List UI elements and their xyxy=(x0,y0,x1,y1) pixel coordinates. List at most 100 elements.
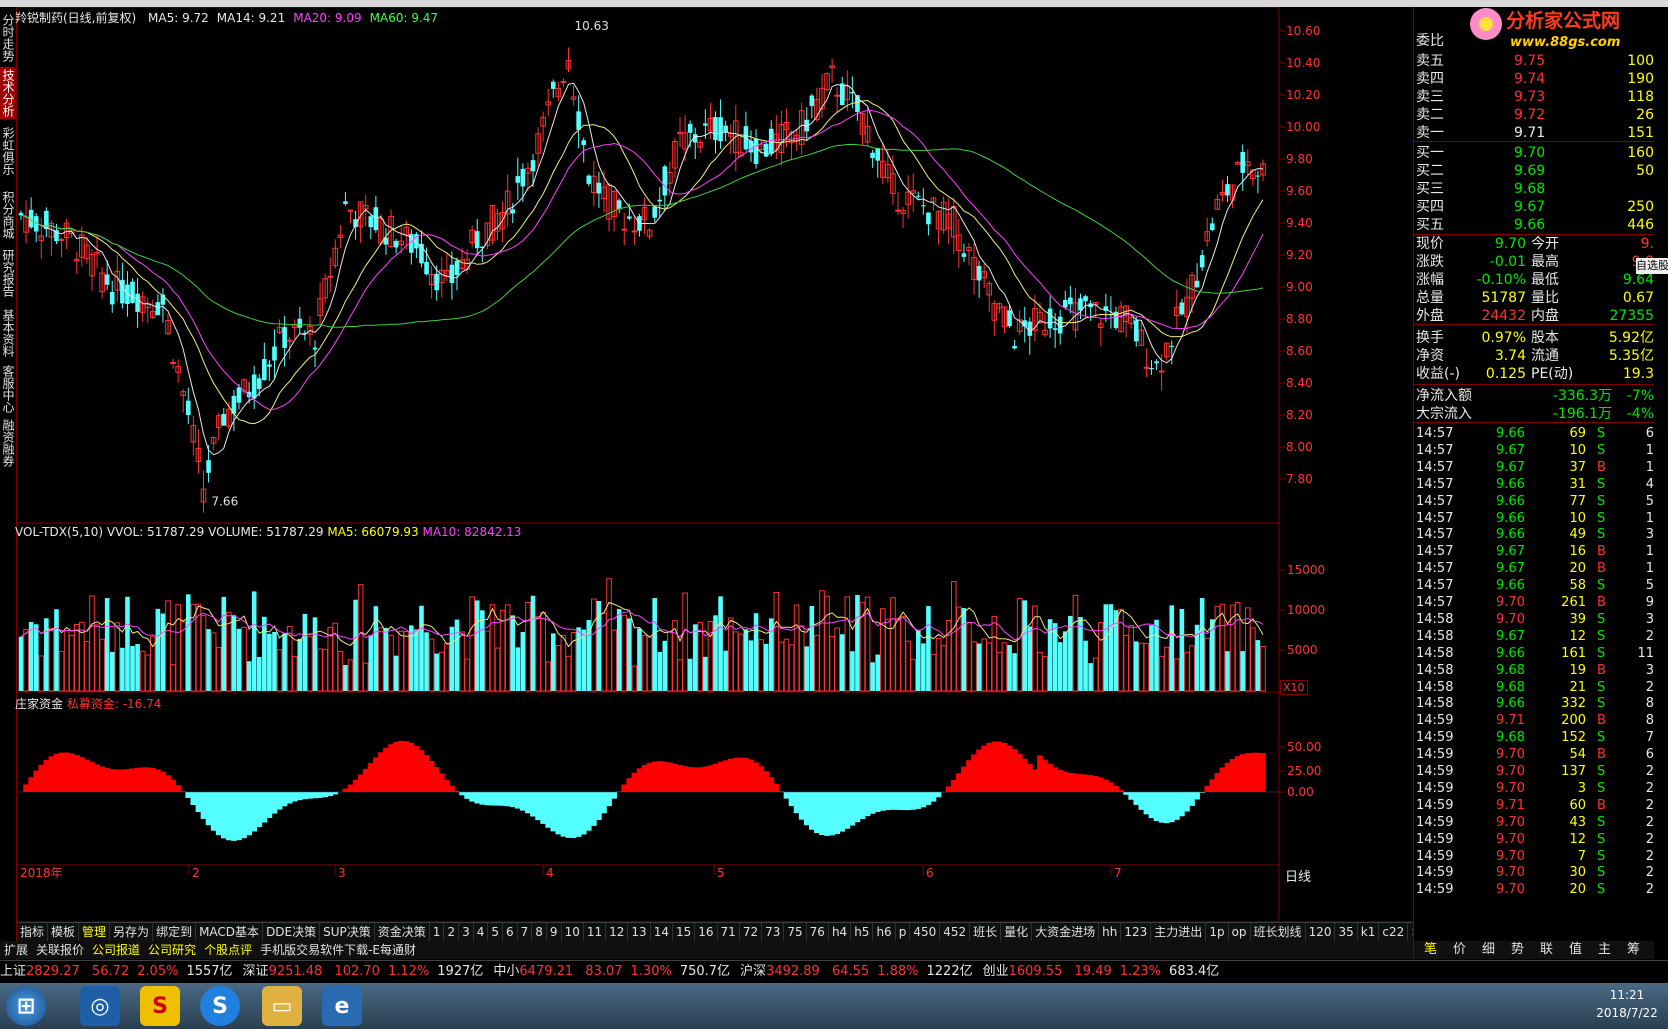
indicator-tab[interactable]: 班长 xyxy=(970,923,1002,941)
indicator-tab[interactable]: h5 xyxy=(851,923,874,941)
indicator-tab[interactable]: MACD基本 xyxy=(196,923,264,941)
indicator-tab[interactable]: h4 xyxy=(829,923,852,941)
indicator-tab[interactable]: 另存为 xyxy=(110,923,154,941)
indicator-tab[interactable]: 6 xyxy=(503,923,518,941)
indicator-tab[interactable]: hh xyxy=(1099,923,1122,941)
index-quote[interactable]: 创业1609.55 19.49 1.23% 683.4亿 xyxy=(983,961,1220,983)
candle-body xyxy=(657,199,663,202)
indicator-tab[interactable]: 1p xyxy=(1206,923,1229,941)
candle-body xyxy=(1083,296,1088,302)
quote-tab[interactable]: 势 xyxy=(1511,941,1524,959)
indicator-tab[interactable]: 13 xyxy=(628,923,651,941)
app-icon-browser[interactable]: ◎ xyxy=(80,986,120,1026)
indicator-tab[interactable]: 主力进出 xyxy=(1151,923,1207,941)
period-label[interactable]: 日线 xyxy=(1285,866,1311,885)
indicator-tab[interactable]: 班长划线 xyxy=(1251,923,1306,941)
left-tab[interactable]: 融资融券 xyxy=(0,417,15,469)
candle-body xyxy=(839,83,845,106)
app-icon-sogou[interactable]: S xyxy=(200,986,240,1026)
info-tab[interactable]: 关联报价 xyxy=(32,941,88,959)
indicator-tab[interactable]: 73 xyxy=(762,923,785,941)
indicator-tab[interactable]: 75 xyxy=(784,923,807,941)
quote-tab[interactable]: 值 xyxy=(1569,941,1582,959)
volume-bar xyxy=(474,600,480,691)
info-tab[interactable]: 公司研究 xyxy=(144,941,200,959)
indicator-tab[interactable]: 35 xyxy=(1335,923,1358,941)
indicator-tab[interactable]: 1 xyxy=(430,923,445,941)
index-quote[interactable]: 深证9251.48 102.70 1.12% 1927亿 xyxy=(243,961,484,983)
indicator-tab[interactable]: 123 xyxy=(1121,923,1152,941)
tick-price: 9.66 xyxy=(1496,645,1525,661)
chart-area[interactable]: 10.60 10.40 10.20 10.00 9.80 9.60 9.40 9.20 9.00… xyxy=(15,7,1413,922)
index-quote[interactable]: 中小6479.21 83.07 1.30% 750.7亿 xyxy=(493,961,730,983)
indicator-tab[interactable]: 模板 xyxy=(48,923,80,941)
volume-bar xyxy=(1255,640,1261,691)
left-tab[interactable]: 积分商城 xyxy=(0,189,15,241)
indicator-tab[interactable]: DDE决策 xyxy=(263,923,321,941)
quote-tab[interactable]: 筹 xyxy=(1627,941,1640,959)
indicator-tab[interactable]: SUP决策 xyxy=(320,923,375,941)
left-tab[interactable]: 研究报告 xyxy=(0,247,15,299)
quote-tab[interactable]: 细 xyxy=(1482,941,1495,959)
indicator-tab[interactable]: 16 xyxy=(695,923,718,941)
indicator-tab[interactable]: 71 xyxy=(718,923,740,941)
indicator-tab[interactable]: 管理 xyxy=(79,923,111,941)
ask-volume: 100 xyxy=(1627,53,1654,69)
index-quote[interactable]: 沪深3492.89 64.55 1.88% 1222亿 xyxy=(740,961,973,983)
indicator-tab[interactable]: h6 xyxy=(873,923,896,941)
index-quote[interactable]: 上证2829.27 56.72 2.05% 1557亿 xyxy=(0,961,233,983)
info-tab[interactable]: 个股点评 xyxy=(200,941,256,959)
indicator-tab[interactable]: 452 xyxy=(940,923,971,941)
self-select-button[interactable]: 自选股 xyxy=(1636,258,1668,274)
app-icon-folder[interactable]: ▭ xyxy=(262,986,302,1026)
indicator-tab[interactable]: c22 xyxy=(1379,923,1409,941)
indicator-tab[interactable]: 76 xyxy=(807,923,829,941)
clock[interactable]: 11:21 2018/7/22 xyxy=(1588,986,1666,1022)
indicator-tab[interactable]: 11 xyxy=(584,923,607,941)
indicator-tab[interactable]: 10 xyxy=(562,923,584,941)
candle-body xyxy=(961,253,967,257)
indicator-tab[interactable]: 量化 xyxy=(1001,923,1033,941)
indicator-tab[interactable]: 资金决策 xyxy=(375,923,430,941)
quote-tab[interactable]: 笔 xyxy=(1424,941,1437,959)
tick-side: B xyxy=(1597,662,1606,678)
kline-svg[interactable]: 10.60 10.40 10.20 10.00 9.80 9.60 9.40 9.20 9.00… xyxy=(17,7,1413,922)
indicator-tab[interactable]: 15 xyxy=(673,923,696,941)
info-tab[interactable]: 公司报道 xyxy=(88,941,144,959)
indicator-tab[interactable]: 9 xyxy=(547,923,562,941)
quote-tab[interactable]: 联 xyxy=(1540,941,1553,959)
indicator-tab[interactable]: 120 xyxy=(1306,923,1336,941)
indicator-tab[interactable]: 2 xyxy=(444,923,460,941)
indicator-tab[interactable]: 72 xyxy=(740,923,763,941)
indicator-tab[interactable]: 450 xyxy=(910,923,941,941)
indicator-tab[interactable]: 14 xyxy=(651,923,673,941)
left-tab[interactable]: 客服中心 xyxy=(0,363,15,415)
indicator-tab[interactable]: 指标 xyxy=(17,923,49,941)
quote-tab[interactable]: 主 xyxy=(1598,941,1611,959)
indicator-tab[interactable]: 绑定到 xyxy=(153,923,197,941)
left-tab[interactable]: 技术分析 xyxy=(0,67,15,119)
indicator-tab[interactable]: 5 xyxy=(488,923,503,941)
indicator-tab[interactable]: p xyxy=(896,923,911,941)
left-tab[interactable]: 基本资料 xyxy=(0,307,15,359)
indicator-tab[interactable]: 7 xyxy=(518,923,533,941)
indicator-tab[interactable]: 3 xyxy=(459,923,474,941)
volume-bar xyxy=(1229,604,1236,692)
start-button[interactable]: ⊞ xyxy=(6,986,46,1026)
stat-label: 总量 xyxy=(1416,290,1444,306)
info-tab[interactable]: 扩展 xyxy=(0,941,32,959)
indicator-tab[interactable]: k1 xyxy=(1358,923,1380,941)
left-tab[interactable]: 彩虹俱乐部 xyxy=(0,125,15,177)
indicator-tab[interactable]: 大资金进场 xyxy=(1032,923,1100,941)
indicator-tab[interactable]: 12 xyxy=(606,923,629,941)
quote-tab[interactable]: 价 xyxy=(1453,941,1466,959)
left-tab[interactable]: 分时走势 xyxy=(0,12,15,64)
price-tick-label: 8.20 xyxy=(1286,408,1313,422)
info-tab[interactable]: 手机版交易软件下载-E每通财 xyxy=(256,941,420,959)
app-icon-stock[interactable]: S xyxy=(140,986,180,1026)
app-icon-ie[interactable]: e xyxy=(322,986,362,1026)
indicator-tab[interactable]: 8 xyxy=(532,923,547,941)
indicator-tab[interactable]: 4 xyxy=(474,923,489,941)
indicator-tab[interactable]: op xyxy=(1229,923,1251,941)
quote-row: 卖五 9.75 100 xyxy=(1414,52,1654,71)
